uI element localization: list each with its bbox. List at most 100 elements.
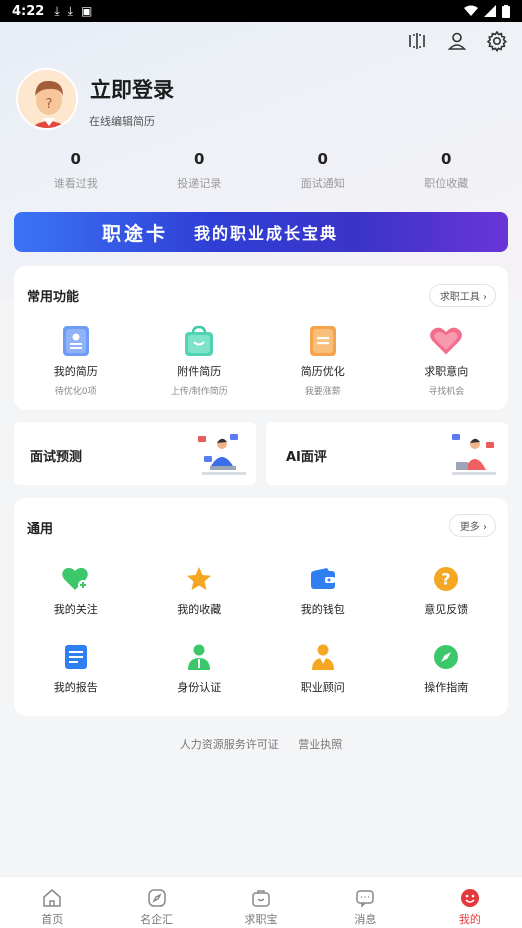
header-actions <box>406 30 508 53</box>
career-card-banner[interactable]: 职途卡 我的职业成长宝典 <box>14 212 508 252</box>
tab-companies[interactable]: 名企汇 <box>104 877 208 928</box>
tab-job-treasure[interactable]: 求职宝 <box>209 877 313 928</box>
interview-prediction-card[interactable]: 面试预测 <box>14 422 256 485</box>
hr-license-link[interactable]: 人力资源服务许可证 <box>180 738 279 751</box>
resume-icon <box>59 324 93 358</box>
more-button[interactable]: 更多 › <box>448 514 496 537</box>
item-title: 我的简历 <box>53 365 98 378</box>
item-title: 操作指南 <box>424 681 469 694</box>
tab-label: 消息 <box>354 913 377 926</box>
message-icon <box>356 890 375 908</box>
document-icon <box>306 324 340 358</box>
my-report-item[interactable]: 我的报告 <box>14 640 138 695</box>
item-title: 我的关注 <box>53 603 98 616</box>
job-tools-button[interactable]: 求职工具 › <box>428 284 496 307</box>
tab-label: 首页 <box>41 913 64 926</box>
attachment-resume-item[interactable]: 附件简历 上传/制作简历 <box>138 324 262 397</box>
svg-text:?: ? <box>442 570 451 589</box>
item-title: 我的报告 <box>53 681 98 694</box>
ai-review-card[interactable]: AI面评 <box>266 422 508 485</box>
career-advisor-item[interactable]: 职业顾问 <box>261 640 385 695</box>
signal-icon <box>484 5 496 17</box>
report-icon <box>59 640 93 674</box>
business-license-link[interactable]: 营业执照 <box>298 738 342 751</box>
login-subtitle[interactable]: 在线编辑简历 <box>89 113 155 129</box>
item-title: 我的收藏 <box>177 603 222 616</box>
stat-applications[interactable]: 0 投递记录 <box>138 150 262 191</box>
stat-label: 投递记录 <box>177 177 222 190</box>
stat-value: 0 <box>441 150 452 168</box>
stat-interviews[interactable]: 0 面试通知 <box>261 150 385 191</box>
briefcase-icon <box>252 890 270 907</box>
identity-verification-item[interactable]: 身份认证 <box>138 640 262 695</box>
question-icon: ? <box>429 562 463 596</box>
stats-row: 0 谁看过我 0 投递记录 0 面试通知 0 职位收藏 <box>14 150 508 191</box>
tab-me[interactable]: 我的 <box>418 877 522 928</box>
stat-viewed-me[interactable]: 0 谁看过我 <box>14 150 138 191</box>
person-phone-illustration <box>452 434 496 475</box>
item-subtitle: 上传/制作简历 <box>170 387 228 397</box>
tab-label: 名企汇 <box>140 913 174 926</box>
operation-guide-item[interactable]: 操作指南 <box>385 640 509 695</box>
tab-home[interactable]: 首页 <box>0 877 104 928</box>
card-title: 面试预测 <box>30 450 83 465</box>
gear-icon[interactable] <box>486 30 508 53</box>
stat-label: 职位收藏 <box>424 177 469 190</box>
banner-title: 职途卡 <box>102 222 169 245</box>
item-title: 简历优化 <box>300 365 345 378</box>
my-favorites-item[interactable]: 我的收藏 <box>138 562 262 617</box>
item-title: 职业顾问 <box>300 681 345 694</box>
me-icon <box>460 889 479 907</box>
item-subtitle: 待优化0项 <box>54 387 97 397</box>
tab-label: 我的 <box>458 913 481 926</box>
my-wallet-item[interactable]: 我的钱包 <box>261 562 385 617</box>
job-intention-item[interactable]: 求职意向 寻找机会 <box>385 324 509 397</box>
stat-value: 0 <box>317 150 328 168</box>
status-bar: 4:22 ⤓ ⤓ ▣ <box>0 0 522 22</box>
common-functions-card: 常用功能 求职工具 › 我的简历 待优化0项 附件简历 上传/制作简历 简历优化… <box>14 266 508 410</box>
svg-text:?: ? <box>46 97 53 112</box>
my-follow-item[interactable]: 我的关注 <box>14 562 138 617</box>
general-row-1: 我的关注 我的收藏 我的钱包 ? 意见反馈 <box>14 562 508 617</box>
item-title: 意见反馈 <box>424 603 469 616</box>
scan-icon[interactable] <box>406 30 428 52</box>
card-title: 常用功能 <box>27 290 80 305</box>
card-title: 通用 <box>27 522 54 537</box>
stat-value: 0 <box>70 150 81 168</box>
stat-favorites[interactable]: 0 职位收藏 <box>385 150 509 191</box>
advisor-icon <box>306 640 340 674</box>
resume-optimize-item[interactable]: 简历优化 我要涨薪 <box>261 324 385 397</box>
star-icon <box>182 562 216 596</box>
id-person-icon <box>182 640 216 674</box>
download-icon: ⤓ <box>67 3 73 18</box>
stat-value: 0 <box>194 150 205 168</box>
wallet-icon <box>306 562 340 596</box>
login-title[interactable]: 立即登录 <box>90 74 174 104</box>
battery-icon <box>502 4 510 18</box>
footer-links: 人力资源服务许可证 营业执照 <box>0 736 522 752</box>
general-card: 通用 更多 › 我的关注 我的收藏 我的钱包 ? 意见反馈 我的报告 身份认证 … <box>14 498 508 716</box>
home-icon <box>43 889 61 907</box>
item-title: 附件简历 <box>177 365 222 378</box>
stat-label: 谁看过我 <box>53 177 98 190</box>
compass-tab-icon <box>147 889 166 907</box>
user-icon[interactable] <box>446 30 468 52</box>
tab-label: 求职宝 <box>244 913 278 926</box>
avatar[interactable]: ? <box>16 68 78 130</box>
tab-messages[interactable]: 消息 <box>313 877 417 928</box>
job-tools-label: 求职工具 <box>439 292 480 303</box>
my-resume-item[interactable]: 我的简历 待优化0项 <box>14 324 138 397</box>
heart-plus-icon <box>59 562 93 596</box>
item-title: 身份认证 <box>177 681 222 694</box>
card-title: AI面评 <box>286 450 327 465</box>
item-title: 求职意向 <box>424 365 469 378</box>
more-label: 更多 <box>459 522 480 533</box>
bag-icon <box>182 324 216 358</box>
wifi-icon <box>464 5 478 16</box>
download-icon: ⤓ <box>54 3 60 18</box>
item-subtitle: 我要涨薪 <box>304 387 341 397</box>
feedback-item[interactable]: ? 意见反馈 <box>385 562 509 617</box>
bottom-tab-bar: 首页 名企汇 求职宝 消息 我的 <box>0 876 522 928</box>
stat-label: 面试通知 <box>300 177 345 190</box>
compass-icon <box>429 640 463 674</box>
